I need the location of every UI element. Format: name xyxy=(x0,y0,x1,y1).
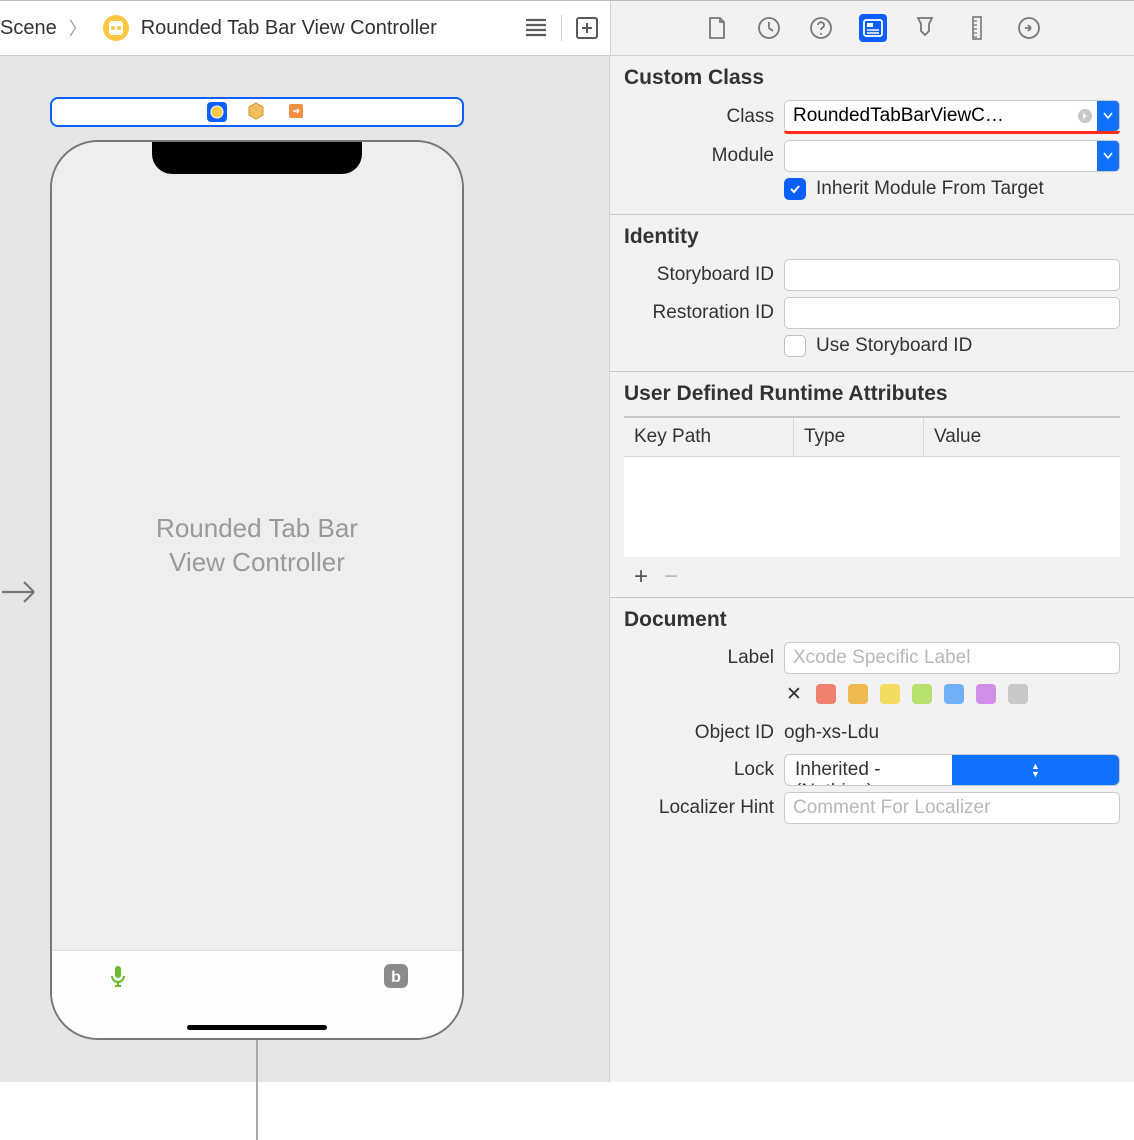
inherit-module-label: Inherit Module From Target xyxy=(816,178,1044,200)
viewcontroller-icon xyxy=(103,15,129,41)
section-title: Document xyxy=(624,608,1120,632)
top-toolbar: Scene 〉 Rounded Tab Bar View Controller xyxy=(0,0,1134,56)
breadcrumb-title[interactable]: Rounded Tab Bar View Controller xyxy=(141,17,437,40)
scene-connector xyxy=(256,1040,258,1140)
tab-item-b[interactable]: b xyxy=(383,963,409,989)
localizer-label: Localizer Hint xyxy=(624,797,784,819)
device-notch xyxy=(152,142,362,174)
runtime-attrs-table[interactable]: Key Path Type Value + − xyxy=(624,416,1120,591)
vc-label-line: View Controller xyxy=(156,546,358,580)
use-storyboard-checkbox[interactable] xyxy=(784,335,806,357)
viewcontroller-icon[interactable] xyxy=(207,102,227,122)
module-combo[interactable] xyxy=(784,140,1120,172)
breadcrumb-root[interactable]: Scene xyxy=(0,17,57,40)
section-title: User Defined Runtime Attributes xyxy=(624,382,1120,406)
table-header: Key Path Type Value xyxy=(624,416,1120,457)
swatch-blue[interactable] xyxy=(944,684,964,704)
add-attr-icon[interactable]: + xyxy=(634,563,648,591)
home-indicator xyxy=(187,1025,327,1030)
swatch-gray[interactable] xyxy=(1008,684,1028,704)
runtime-attrs-section: User Defined Runtime Attributes Key Path… xyxy=(610,372,1134,598)
doc-label-input[interactable] xyxy=(784,642,1120,674)
col-value[interactable]: Value xyxy=(924,418,1120,456)
identity-inspector-icon[interactable] xyxy=(859,14,887,42)
section-title: Identity xyxy=(624,225,1120,249)
restoration-id-label: Restoration ID xyxy=(624,302,784,324)
storyboard-id-input[interactable] xyxy=(784,259,1120,291)
chevron-right-icon: 〉 xyxy=(65,15,91,41)
class-label: Class xyxy=(624,106,784,128)
view-controller-body: Rounded Tab Bar View Controller xyxy=(52,142,462,950)
swatch-green[interactable] xyxy=(912,684,932,704)
storyboard-id-label: Storyboard ID xyxy=(624,264,784,286)
custom-class-section: Custom Class Class Module xyxy=(610,56,1134,215)
object-id-value: ogh-xs-Ldu xyxy=(784,718,1120,748)
lock-select[interactable]: Inherited - (Nothing) ▲▼ xyxy=(784,754,1120,786)
doc-label-label: Label xyxy=(624,647,784,669)
class-combo[interactable] xyxy=(784,100,1120,132)
lock-label: Lock xyxy=(624,759,784,781)
history-inspector-icon[interactable] xyxy=(755,14,783,42)
use-storyboard-label: Use Storyboard ID xyxy=(816,335,972,357)
lock-value: Inherited - (Nothing) xyxy=(785,755,952,785)
add-panel-icon[interactable] xyxy=(574,15,600,41)
exit-icon[interactable] xyxy=(287,102,307,122)
restoration-id-input[interactable] xyxy=(784,297,1120,329)
inspector-panel: Custom Class Class Module xyxy=(610,56,1134,1082)
col-type[interactable]: Type xyxy=(794,418,924,456)
tab-item-mic[interactable] xyxy=(105,963,131,989)
vc-placeholder-label: Rounded Tab Bar View Controller xyxy=(156,512,358,580)
class-input[interactable] xyxy=(785,101,1073,131)
svg-text:b: b xyxy=(391,969,401,986)
goto-class-icon[interactable] xyxy=(1073,101,1097,131)
table-body[interactable] xyxy=(624,457,1120,557)
object-id-label: Object ID xyxy=(624,722,784,744)
swatch-none[interactable]: ✕ xyxy=(784,684,804,704)
tab-bar[interactable]: b xyxy=(52,950,462,1038)
inspector-tabs xyxy=(610,1,1134,55)
document-section: Document Label ✕ Object ID ogh-xs-Ldu L xyxy=(610,598,1134,844)
connections-inspector-icon[interactable] xyxy=(1015,14,1043,42)
col-key-path[interactable]: Key Path xyxy=(624,418,794,456)
module-label: Module xyxy=(624,145,784,167)
swatch-purple[interactable] xyxy=(976,684,996,704)
module-input[interactable] xyxy=(785,141,1097,171)
first-responder-icon[interactable] xyxy=(247,102,267,122)
help-inspector-icon[interactable] xyxy=(807,14,835,42)
localizer-input[interactable] xyxy=(784,792,1120,824)
size-inspector-icon[interactable] xyxy=(963,14,991,42)
storyboard-canvas[interactable]: Rounded Tab Bar View Controller b xyxy=(0,56,610,1082)
inherit-module-checkbox[interactable] xyxy=(784,178,806,200)
separator xyxy=(561,15,562,41)
swatch-yellow[interactable] xyxy=(880,684,900,704)
attributes-inspector-icon[interactable] xyxy=(911,14,939,42)
vc-label-line: Rounded Tab Bar xyxy=(156,512,358,546)
select-arrows-icon: ▲▼ xyxy=(952,755,1119,785)
remove-attr-icon[interactable]: − xyxy=(664,563,678,591)
breadcrumb-bar: Scene 〉 Rounded Tab Bar View Controller xyxy=(0,1,610,55)
section-title: Custom Class xyxy=(624,66,1120,90)
swatch-orange[interactable] xyxy=(848,684,868,704)
error-underline xyxy=(784,131,1120,134)
device-screen: Rounded Tab Bar View Controller b xyxy=(52,142,462,1038)
entry-arrow-icon xyxy=(0,576,44,613)
device-frame[interactable]: Rounded Tab Bar View Controller b xyxy=(50,140,464,1040)
lines-icon[interactable] xyxy=(523,15,549,41)
swatch-red[interactable] xyxy=(816,684,836,704)
file-inspector-icon[interactable] xyxy=(703,14,731,42)
scene-header[interactable] xyxy=(50,97,464,127)
identity-section: Identity Storyboard ID Restoration ID Us… xyxy=(610,215,1134,372)
dropdown-icon[interactable] xyxy=(1097,101,1119,131)
label-color-swatches: ✕ xyxy=(784,680,1120,712)
dropdown-icon[interactable] xyxy=(1097,141,1119,171)
